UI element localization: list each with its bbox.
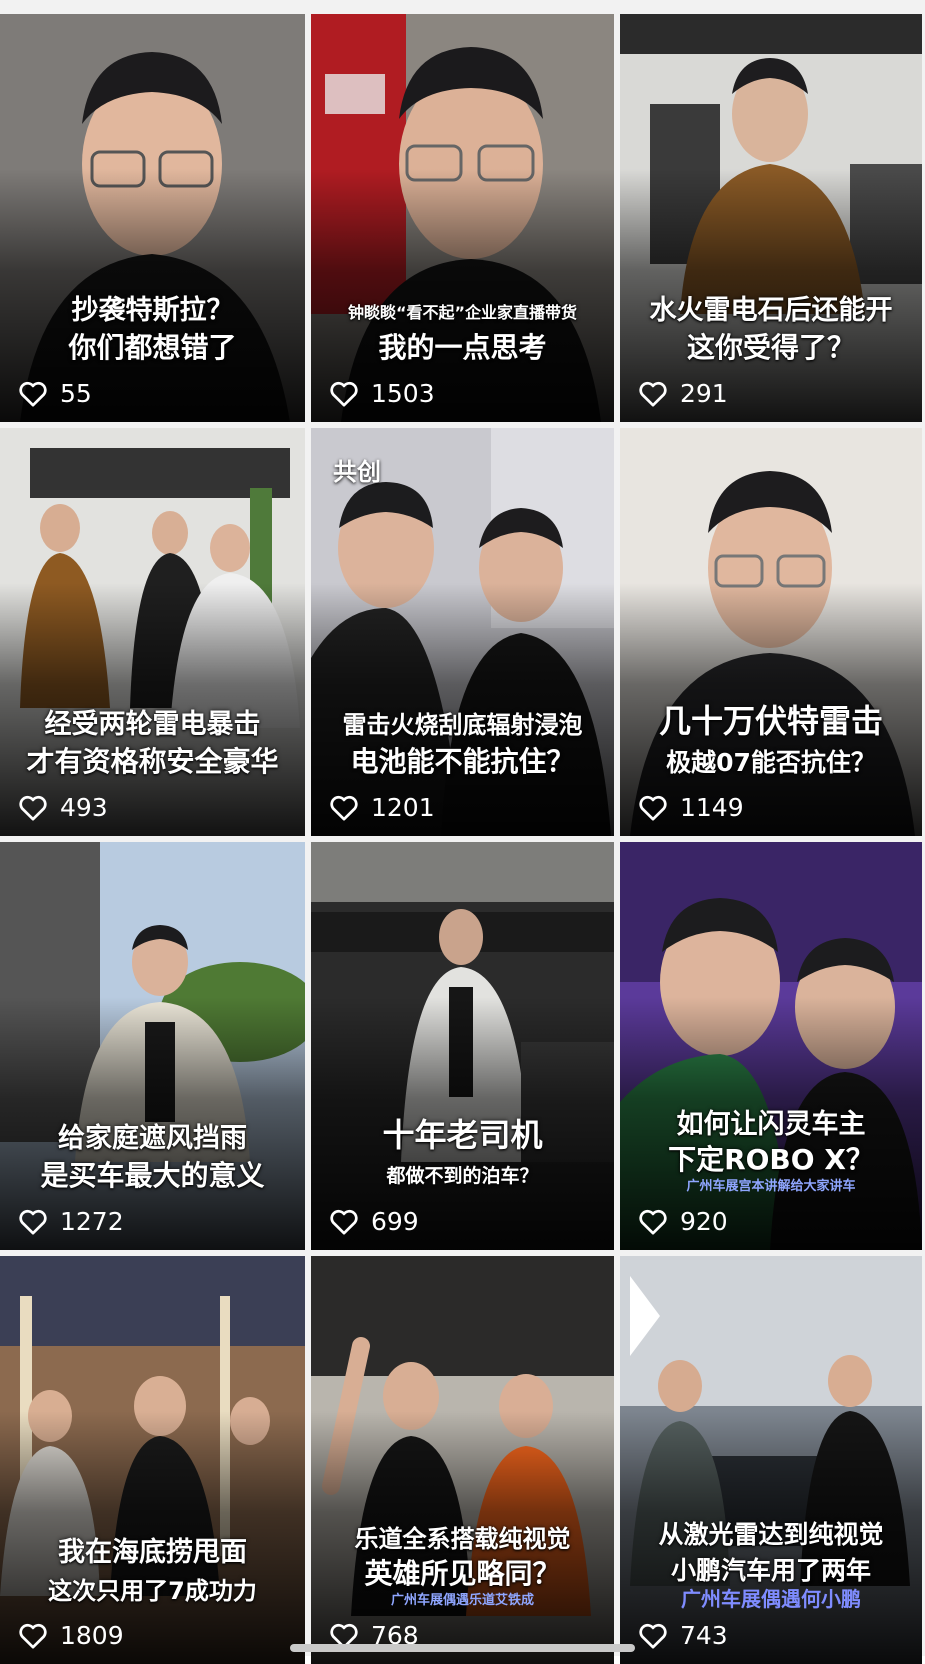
video-caption-line2: 极越07能否抗住？ <box>666 748 876 778</box>
video-caption-line2: 下定ROBO X？ <box>668 1142 874 1176</box>
like-count: 920 <box>638 1207 728 1236</box>
video-card-1[interactable]: 抄袭特斯拉？ 你们都想错了 55 <box>0 14 305 422</box>
heart-icon <box>330 381 358 407</box>
like-count-value: 493 <box>60 793 108 822</box>
video-card-7[interactable]: 给家庭遮风挡雨 是买车最大的意义 1272 <box>0 842 305 1250</box>
video-card-11[interactable]: 乐道全系搭载纯视觉 英雄所见略同？ 广州车展偶遇乐道艾铁成 768 <box>311 1256 614 1664</box>
like-count-value: 1149 <box>680 793 744 822</box>
video-caption-line2: 你们都想错了 <box>68 330 237 364</box>
like-count-value: 699 <box>371 1207 419 1236</box>
video-caption-line2: 我的一点思考 <box>378 330 547 364</box>
video-caption-line1: 钟睒睒“看不起”企业家直播带货 <box>347 302 578 322</box>
video-caption-line1: 雷击火烧刮底辐射浸泡 <box>342 711 583 740</box>
like-count: 1272 <box>18 1207 124 1236</box>
video-caption-line1: 水火雷电石后还能开 <box>649 294 893 326</box>
video-caption-line2: 是买车最大的意义 <box>40 1158 265 1192</box>
like-count: 743 <box>638 1621 728 1650</box>
video-caption-line2: 电池能不能抗住？ <box>350 744 575 778</box>
heart-icon <box>639 795 667 821</box>
like-count: 1809 <box>18 1621 124 1650</box>
video-caption-line1: 从激光雷达到纯视觉 <box>658 1520 884 1550</box>
video-caption-line3: 广州车展偶遇乐道艾铁成 <box>390 1593 534 1608</box>
video-caption-line1: 给家庭遮风挡雨 <box>58 1122 247 1154</box>
video-caption-line2: 这次只用了7成功力 <box>48 1577 257 1606</box>
heart-icon <box>639 1623 667 1649</box>
heart-icon <box>639 381 667 407</box>
like-count-value: 1272 <box>60 1207 124 1236</box>
video-caption-line3: 广州车展偶遇何小鹏 <box>681 1587 861 1611</box>
like-count-value: 1201 <box>371 793 435 822</box>
like-count-value: 291 <box>680 379 728 408</box>
video-caption-line3: 广州车展宫本讲解给大家讲车 <box>686 1179 856 1194</box>
video-caption-line1: 抄袭特斯拉？ <box>71 294 234 326</box>
home-indicator[interactable] <box>290 1644 635 1652</box>
like-count: 699 <box>329 1207 419 1236</box>
video-card-5[interactable]: 共创 雷击火烧刮底辐射浸泡 电池能不能抗住？ 1201 <box>311 428 614 836</box>
video-grid-page: 抄袭特斯拉？ 你们都想错了 55 钟睒睒“看不起”企业家直播带货 我的一点思考 … <box>0 0 925 1664</box>
like-count: 1149 <box>638 793 744 822</box>
heart-icon <box>19 381 47 407</box>
like-count: 55 <box>18 379 92 408</box>
video-card-8[interactable]: 十年老司机 都做不到的泊车？ 699 <box>311 842 614 1250</box>
heart-icon <box>19 1209 47 1235</box>
video-card-2[interactable]: 钟睒睒“看不起”企业家直播带货 我的一点思考 1503 <box>311 14 614 422</box>
like-count: 493 <box>18 793 108 822</box>
video-caption-line2: 才有资格称安全豪华 <box>26 744 279 778</box>
video-card-4[interactable]: 经受两轮雷电暴击 才有资格称安全豪华 493 <box>0 428 305 836</box>
video-caption-line2: 小鹏汽车用了两年 <box>670 1556 871 1586</box>
co-create-badge: 共创 <box>333 458 381 486</box>
like-count: 1201 <box>329 793 435 822</box>
video-caption-line1: 如何让闪灵车主 <box>676 1108 866 1140</box>
like-count: 1503 <box>329 379 435 408</box>
video-card-6[interactable]: 几十万伏特雷击 极越07能否抗住？ 1149 <box>620 428 922 836</box>
video-caption-line2: 这你受得了？ <box>686 330 855 364</box>
video-caption-line1: 我在海底捞甩面 <box>58 1536 247 1568</box>
like-count-value: 920 <box>680 1207 728 1236</box>
video-caption-line1: 几十万伏特雷击 <box>658 702 883 741</box>
video-caption-line1: 经受两轮雷电暴击 <box>44 708 261 740</box>
video-caption-line1: 十年老司机 <box>382 1116 543 1155</box>
like-count-value: 1809 <box>60 1621 124 1650</box>
like-count-value: 1503 <box>371 379 435 408</box>
video-caption-line2: 都做不到的泊车？ <box>386 1165 539 1188</box>
video-card-3[interactable]: 水火雷电石后还能开 这你受得了？ 291 <box>620 14 922 422</box>
heart-icon <box>19 795 47 821</box>
heart-icon <box>639 1209 667 1235</box>
video-card-12[interactable]: 从激光雷达到纯视觉 小鹏汽车用了两年 广州车展偶遇何小鹏 743 <box>620 1256 922 1664</box>
heart-icon <box>330 795 358 821</box>
like-count-value: 55 <box>60 379 92 408</box>
heart-icon <box>19 1623 47 1649</box>
video-card-10[interactable]: 我在海底捞甩面 这次只用了7成功力 1809 <box>0 1256 305 1664</box>
like-count-value: 743 <box>680 1621 728 1650</box>
video-card-9[interactable]: 如何让闪灵车主 下定ROBO X？ 广州车展宫本讲解给大家讲车 920 <box>620 842 922 1250</box>
video-caption-line1: 乐道全系搭载纯视觉 <box>354 1525 571 1554</box>
video-caption-line2: 英雄所见略同？ <box>364 1556 561 1590</box>
heart-icon <box>330 1209 358 1235</box>
like-count: 291 <box>638 379 728 408</box>
video-grid: 抄袭特斯拉？ 你们都想错了 55 钟睒睒“看不起”企业家直播带货 我的一点思考 … <box>0 14 925 1664</box>
